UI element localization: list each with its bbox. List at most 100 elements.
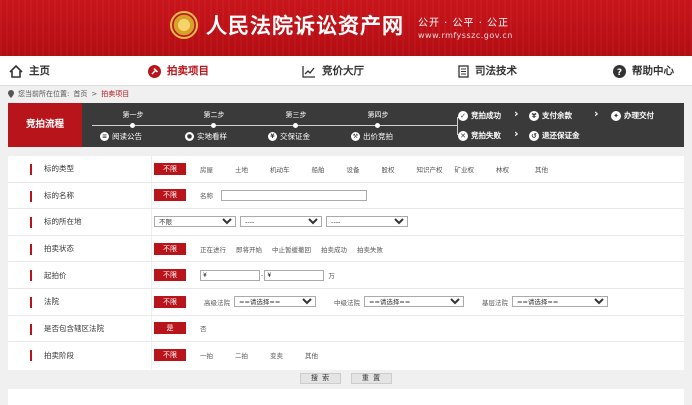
filter-row-stage: 拍卖阶段 不限 一拍 二拍 变卖 其他	[8, 342, 684, 369]
flow-step-2-action-label: 实地看样	[197, 132, 227, 141]
flow-step-2-dot	[211, 123, 216, 128]
flow-step-3-action-label: 交保证金	[280, 132, 310, 141]
nav-item-judicial-tech[interactable]: 司法技术	[458, 56, 517, 86]
nav-bidding-hall-label: 竞价大厅	[322, 65, 364, 77]
divider	[151, 235, 152, 262]
filter-price-unlimited[interactable]: 不限	[154, 269, 186, 282]
filter-row-status: 拍卖状态 不限 正在进行 即将开始 中止暂缓撤回 拍卖成功 拍卖失败	[8, 235, 684, 263]
filter-court-unlimited[interactable]: 不限	[154, 295, 186, 308]
filter-type-option[interactable]: 其他	[535, 164, 548, 174]
divider	[151, 289, 152, 315]
city-select[interactable]: ----	[240, 216, 322, 228]
filter-status-option[interactable]: 正在进行	[200, 244, 226, 254]
divider	[151, 182, 152, 209]
price-unit: 万	[328, 272, 335, 281]
flow-step-4-action-label: 出价竞拍	[363, 132, 393, 141]
base-court-select[interactable]: ==请选择==	[512, 296, 608, 308]
filter-status-option[interactable]: 中止暂缓撤回	[272, 244, 311, 254]
filter-stage-unlimited[interactable]: 不限	[154, 349, 186, 362]
senior-court-select[interactable]: ==请选择==	[234, 296, 316, 308]
document-icon	[458, 64, 469, 78]
row-marker	[30, 297, 32, 308]
flow-handover: ✦ 办理交付	[611, 110, 654, 121]
nav-item-help[interactable]: ? 帮助中心	[613, 56, 674, 86]
row-marker	[30, 190, 32, 202]
filter-status-option[interactable]: 拍卖失败	[357, 244, 383, 254]
flow-step-3-dot	[293, 123, 298, 128]
filter-type-option[interactable]: 林权	[496, 164, 509, 174]
filter-type-label: 标的类型	[44, 164, 74, 174]
divider	[151, 209, 152, 235]
filter-type-option[interactable]: 设备	[347, 164, 360, 174]
flow-step-4-dot	[375, 123, 380, 128]
document-icon: ≡	[100, 132, 109, 141]
filter-type-option[interactable]: 知识产权	[417, 164, 443, 174]
filter-type-option[interactable]: 股权	[382, 164, 395, 174]
row-marker	[30, 217, 32, 229]
nav-item-home[interactable]: 主页	[9, 56, 50, 86]
flow-title: 竞拍流程	[8, 103, 82, 147]
flow-refund: ↺ 退还保证金	[529, 130, 580, 141]
help-icon: ?	[613, 64, 626, 78]
filter-type-option[interactable]: 土地	[235, 164, 248, 174]
filter-stage-option[interactable]: 变卖	[270, 350, 283, 360]
filter-price-label: 起拍价	[44, 270, 67, 280]
flow-result-success: ✓ 竞拍成功	[458, 110, 501, 121]
filter-status-unlimited[interactable]: 不限	[154, 242, 186, 255]
filter-status-label: 拍卖状态	[44, 244, 74, 254]
filter-name-sublabel: 名称	[200, 192, 213, 201]
content-bottom	[8, 389, 684, 405]
province-select[interactable]: 不限	[154, 216, 236, 228]
auction-flow-bar: 竞拍流程 第一步 ≡ 阅读公告 第二步 ● 实地看样 第三步 ¥ 交保证金 第四步 ⚒…	[8, 103, 684, 147]
filter-row-location: 标的所在地 不限 ---- ----	[8, 209, 684, 236]
flow-step-1-action: ≡ 阅读公告	[100, 131, 142, 142]
payment-icon: ¥	[529, 110, 539, 121]
filter-stage-option[interactable]: 其他	[305, 350, 318, 360]
filter-actions: 搜 索 重 置	[0, 373, 692, 384]
filter-type-option[interactable]: 机动车	[270, 164, 290, 174]
price-from-input[interactable]	[200, 269, 260, 281]
include-sub-no[interactable]: 否	[200, 323, 207, 333]
filter-name-input[interactable]	[221, 189, 367, 201]
filter-type-option[interactable]: 房屋	[200, 164, 213, 174]
flow-step-1-label: 第一步	[122, 111, 144, 119]
filter-panel: 标的类型 不限 房屋 土地 机动车 船舶 设备 股权 知识产权 矿业权 林权 其…	[8, 156, 684, 370]
filter-status-option[interactable]: 即将开始	[236, 244, 262, 254]
site-title[interactable]: 人民法院诉讼资产网	[206, 10, 404, 40]
site-header: 人民法院诉讼资产网 公开 · 公平 · 公正 www.rmfysszc.gov.…	[0, 0, 692, 56]
search-button[interactable]: 搜 索	[300, 373, 341, 384]
chevron-right-icon: ›	[594, 107, 599, 120]
chevron-right-icon: ›	[514, 127, 519, 140]
reset-button[interactable]: 重 置	[351, 373, 392, 384]
filter-type-option[interactable]: 矿业权	[455, 164, 475, 174]
filter-type-unlimited[interactable]: 不限	[154, 162, 186, 175]
filter-type-option[interactable]: 船舶	[312, 164, 325, 174]
filter-name-unlimited[interactable]: 不限	[154, 189, 186, 202]
flow-step-3-action: ¥ 交保证金	[268, 131, 310, 142]
gavel-icon: ⚒	[351, 132, 360, 141]
include-sub-yes[interactable]: 是	[154, 322, 186, 335]
filter-row-include-sub: 是否包含辖区法院 是 否	[8, 315, 684, 343]
nav-judicial-tech-label: 司法技术	[475, 65, 517, 77]
filter-stage-option[interactable]: 一拍	[200, 350, 213, 360]
nav-item-bidding-hall[interactable]: 竞价大厅	[302, 56, 364, 86]
row-marker	[30, 323, 32, 335]
filter-court-label: 法院	[44, 297, 59, 307]
site-slogan: 公开 · 公平 · 公正	[418, 18, 510, 29]
filter-status-option[interactable]: 拍卖成功	[321, 244, 347, 254]
filter-location-label: 标的所在地	[44, 217, 82, 227]
flow-step-1-dot	[130, 123, 135, 128]
price-to-input[interactable]	[264, 269, 325, 281]
divider	[151, 262, 152, 288]
filter-stage-option[interactable]: 二拍	[235, 350, 248, 360]
chevron-right-icon: ›	[514, 107, 519, 120]
filter-name-label: 标的名称	[44, 190, 74, 200]
nav-item-auction[interactable]: 拍卖项目	[148, 56, 209, 86]
district-select[interactable]: ----	[326, 216, 408, 228]
base-court-label: 基层法院	[482, 298, 508, 307]
flow-pay-rest-label: 支付余款	[542, 111, 572, 120]
filter-price-controls: 不限 - 万	[154, 262, 339, 288]
breadcrumb-home[interactable]: 首页	[73, 89, 87, 99]
flow-step-2-label: 第二步	[203, 111, 225, 119]
mid-court-select[interactable]: ==请选择==	[364, 296, 464, 308]
